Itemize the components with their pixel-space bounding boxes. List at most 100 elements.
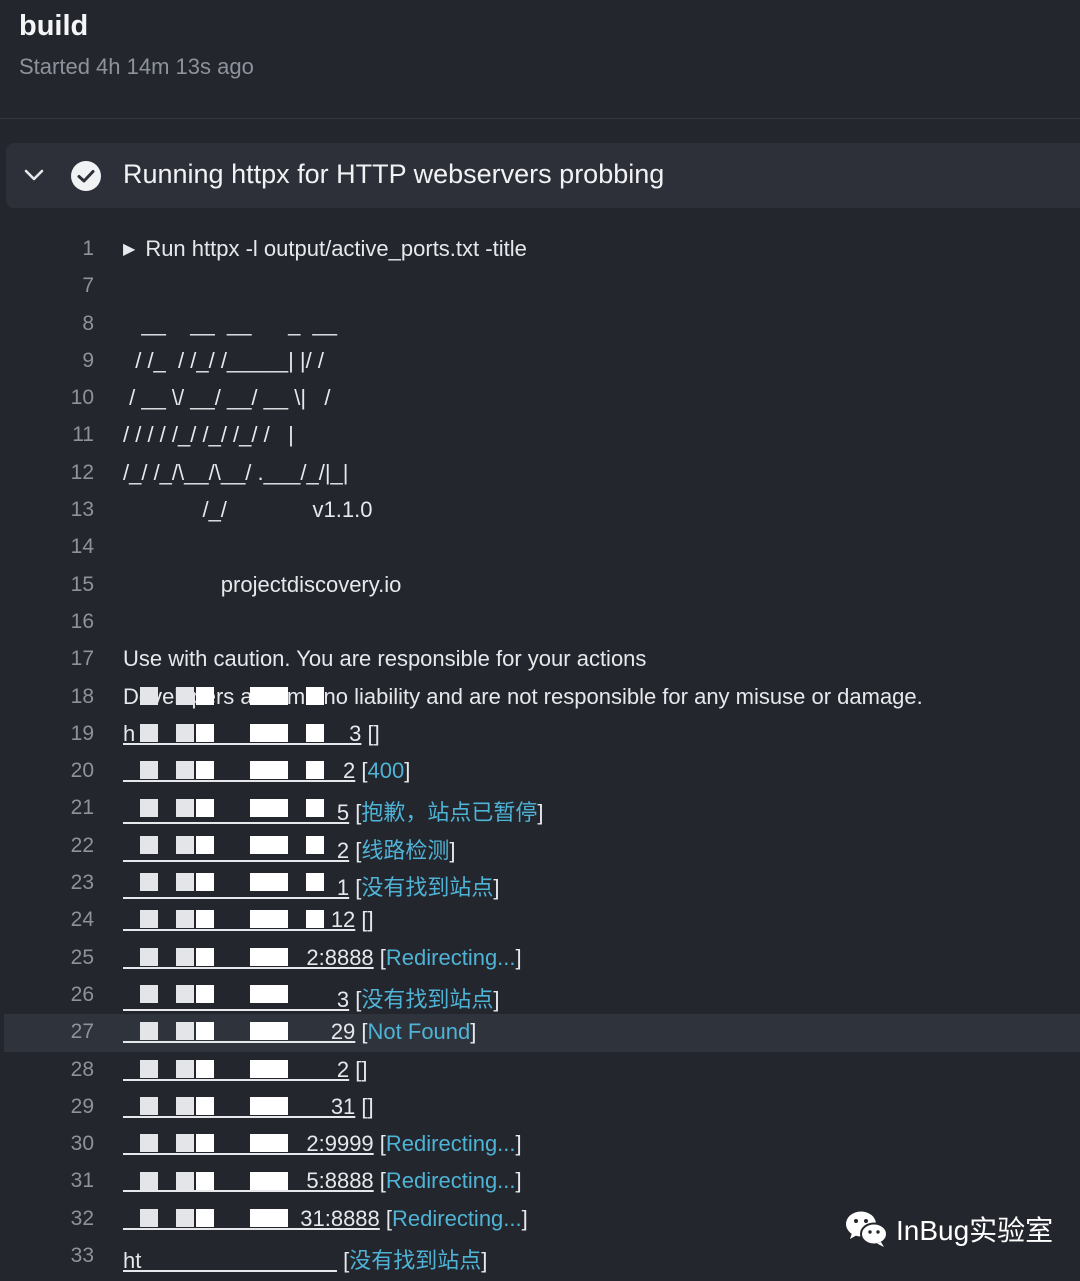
line-number[interactable]: 33: [66, 1244, 94, 1268]
redaction-block: [306, 686, 324, 705]
log-url[interactable]: 2:9999: [123, 1131, 373, 1156]
log-line: 16: [0, 604, 1080, 641]
log-content: Use with caution. You are responsible fo…: [123, 646, 647, 672]
redaction-block: [250, 985, 288, 1003]
job-title: build: [19, 10, 89, 42]
log-text: / /_ / /_/ /_____| |/ /: [123, 348, 324, 374]
redaction-block: [250, 1096, 288, 1115]
line-number[interactable]: 14: [66, 535, 94, 559]
redaction-block: [306, 910, 324, 929]
line-number[interactable]: 30: [66, 1132, 94, 1156]
bracket-open: [: [349, 837, 362, 863]
redaction-block: [176, 723, 194, 742]
line-number[interactable]: 26: [66, 983, 94, 1007]
redaction-block: [306, 723, 324, 742]
redaction-block: [176, 873, 194, 892]
line-number[interactable]: 11: [66, 423, 94, 447]
redaction-block: [196, 1208, 214, 1227]
chevron-down-icon[interactable]: [22, 163, 46, 187]
bracket-open: [: [373, 1168, 386, 1194]
expand-triangle-icon[interactable]: ▶: [123, 239, 135, 259]
bracket-close: ]: [515, 1168, 522, 1194]
page-title-value: 没有找到站点: [361, 875, 494, 901]
log-line: 12 /_/ /_/\__/\__/ .___/_/|_|: [0, 455, 1080, 492]
page-title-value: 没有找到站点: [349, 1248, 482, 1274]
log-line: 31 5:8888 [Redirecting...]: [0, 1163, 1080, 1200]
redaction-block: [250, 761, 288, 780]
line-number[interactable]: 29: [66, 1095, 94, 1119]
log-line: 8 __ __ __ _ __: [0, 306, 1080, 343]
log-url[interactable]: 2:8888: [123, 945, 373, 970]
step-header[interactable]: Running httpx for HTTP webservers probbi…: [6, 143, 1080, 208]
log-content: Run httpx -l output/active_ports.txt -ti…: [145, 236, 527, 261]
line-number[interactable]: 15: [66, 573, 94, 597]
log-text: 12 []: [123, 907, 374, 933]
log-text: 2 [线路检测]: [123, 833, 456, 865]
log-text: / / / / /_/ /_/ /_/ / |: [123, 422, 294, 448]
log-url[interactable]: h 3: [123, 721, 361, 746]
log-line: 25 2:8888 [Redirecting...]: [0, 940, 1080, 977]
log-line: 26 3 [没有找到站点]: [0, 977, 1080, 1014]
log-line: 22 2 [线路检测]: [0, 828, 1080, 865]
redaction-block: [250, 947, 288, 966]
bracket-open: [: [373, 944, 386, 970]
log-url[interactable]: ht: [123, 1248, 337, 1273]
bracket-close: ]: [537, 800, 544, 826]
line-number[interactable]: 19: [66, 722, 94, 746]
line-number[interactable]: 21: [66, 796, 94, 820]
line-number[interactable]: 23: [66, 871, 94, 895]
redaction-block: [306, 798, 324, 817]
line-number[interactable]: 16: [66, 610, 94, 634]
line-number[interactable]: 1: [66, 237, 94, 261]
log-line: 19 h 3 []: [0, 716, 1080, 753]
line-number[interactable]: 25: [66, 946, 94, 970]
redaction-block: [196, 910, 214, 929]
line-number[interactable]: 8: [66, 312, 94, 336]
redaction-block: [250, 723, 288, 742]
line-number[interactable]: 7: [66, 274, 94, 298]
line-number[interactable]: 20: [66, 759, 94, 783]
log-text: projectdiscovery.io: [123, 571, 402, 598]
log-content: / /_ / /_/ /_____| |/ /: [123, 347, 324, 373]
line-number[interactable]: 28: [66, 1058, 94, 1082]
bracket-close: ]: [515, 1131, 522, 1157]
log-text: 31 []: [123, 1094, 374, 1120]
line-number[interactable]: 12: [66, 461, 94, 485]
line-number[interactable]: 31: [66, 1169, 94, 1193]
bracket-close: ]: [367, 1093, 374, 1119]
log-content: /_/ /_/\__/\__/ .___/_/|_|: [123, 459, 349, 485]
line-number[interactable]: 10: [66, 386, 94, 410]
redaction-block: [250, 1059, 288, 1078]
line-number[interactable]: 22: [66, 834, 94, 858]
redaction-block: [176, 798, 194, 817]
log-url[interactable]: 5:8888: [123, 1168, 373, 1193]
redaction-block: [140, 873, 158, 892]
redaction-block: [196, 1096, 214, 1115]
line-number[interactable]: 9: [66, 349, 94, 373]
log-line: 28 2 []: [0, 1052, 1080, 1089]
page-title-value: 没有找到站点: [361, 986, 494, 1012]
line-number[interactable]: 18: [66, 685, 94, 709]
line-number[interactable]: 13: [66, 498, 94, 522]
log-content: projectdiscovery.io: [123, 571, 402, 597]
redaction-block: [250, 910, 288, 929]
redaction-block: [250, 1208, 288, 1227]
check-circle-icon: [71, 161, 101, 191]
redaction-block: [176, 761, 194, 780]
bracket-open: [: [379, 1205, 393, 1231]
line-number[interactable]: 32: [66, 1207, 94, 1231]
bracket-open: [: [355, 1019, 368, 1045]
page-title-value: Redirecting...: [385, 1131, 516, 1157]
bracket-open: [: [349, 800, 362, 826]
line-number[interactable]: 24: [66, 908, 94, 932]
redaction-block: [196, 1171, 214, 1190]
redaction-block: [306, 835, 324, 854]
line-number[interactable]: 27: [66, 1020, 94, 1044]
redaction-block: [196, 798, 214, 817]
redaction-block: [176, 947, 194, 966]
line-number[interactable]: 17: [66, 647, 94, 671]
log-line: 21 5 [抱歉，站点已暂停]: [0, 790, 1080, 827]
bracket-close: ]: [493, 875, 500, 901]
bracket-open: [: [349, 875, 362, 901]
watermark: InBug实验室: [844, 1206, 1053, 1252]
